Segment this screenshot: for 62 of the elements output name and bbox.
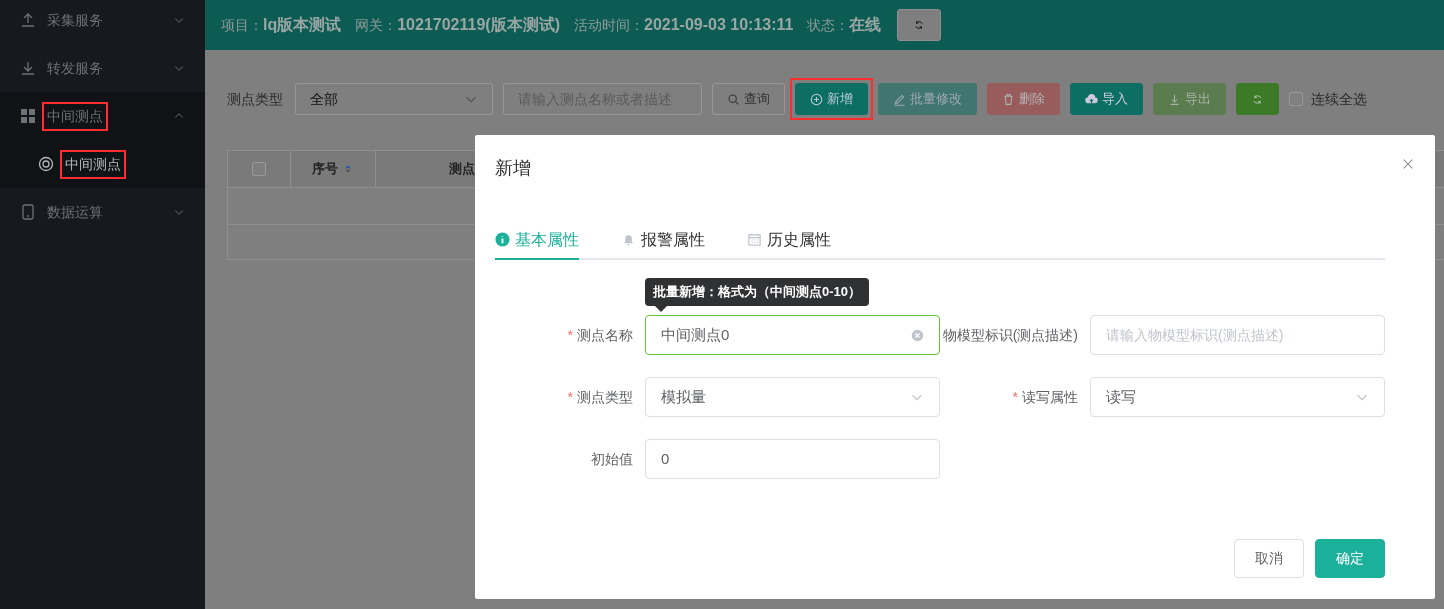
sidebar-item[interactable]: 采集服务: [0, 0, 205, 44]
refresh-icon: [1252, 93, 1263, 105]
bell-icon: [621, 232, 636, 247]
toolbar-button[interactable]: 新增: [795, 83, 868, 115]
info-icon: [495, 232, 510, 247]
header-value: 1021702119(版本测试): [397, 15, 560, 35]
required-mark: *: [1012, 388, 1018, 405]
header-label: 状态：: [807, 15, 850, 35]
search-icon: [727, 92, 740, 106]
sidebar-item[interactable]: 中间测点: [0, 92, 205, 140]
tab[interactable]: 报警属性: [621, 227, 705, 260]
header-value: lq版本测试: [263, 15, 342, 35]
required-mark: *: [567, 388, 573, 405]
dialog-title: 新增: [495, 157, 531, 180]
sidebar-subitem[interactable]: 中间测点: [0, 140, 205, 188]
input-field[interactable]: 中间测点0: [645, 315, 940, 355]
select-field[interactable]: 读写: [1090, 377, 1385, 417]
sidebar-item[interactable]: 转发服务: [0, 44, 205, 92]
clear-icon[interactable]: [911, 328, 924, 342]
close-icon[interactable]: [1401, 157, 1415, 171]
toolbar-button[interactable]: 查询: [712, 83, 785, 115]
tooltip: 批量新增：格式为（中间测点0-10）: [645, 278, 870, 306]
confirm-button[interactable]: 确定: [1315, 539, 1385, 578]
header-label: 网关：: [355, 15, 398, 35]
checkbox[interactable]: [1289, 92, 1303, 106]
header-label: 活动时间：: [574, 15, 644, 35]
tooltip-arrow: [655, 305, 667, 312]
header-value: 2021-09-03 10:13:11: [644, 15, 794, 35]
refresh-button[interactable]: [897, 9, 942, 41]
trash-icon: [1002, 92, 1015, 106]
field-label: 测点类型: [577, 388, 633, 405]
sidebar-item[interactable]: 数据运算: [0, 188, 205, 236]
refresh-button[interactable]: [1236, 83, 1279, 115]
checkbox-label: 连续全选: [1311, 89, 1367, 109]
grid-icon: [20, 108, 36, 124]
input-field[interactable]: 0: [645, 439, 940, 479]
header-value: 在线: [849, 15, 882, 35]
ring-icon: [38, 156, 54, 172]
column-header: 序号: [291, 151, 376, 187]
upload-icon: [20, 12, 36, 28]
tab[interactable]: 基本属性: [495, 227, 579, 260]
tablet-icon: [20, 204, 36, 220]
filter-label: 测点类型: [227, 89, 283, 109]
download-icon: [20, 60, 36, 76]
cloud-upload-icon: [1085, 92, 1098, 106]
field-label: 读写属性: [1022, 388, 1078, 405]
select-field[interactable]: 模拟量: [645, 377, 940, 417]
toolbar-button[interactable]: 导入: [1070, 83, 1143, 115]
header-label: 项目：: [221, 15, 263, 35]
checkbox[interactable]: [252, 162, 266, 176]
tab[interactable]: 历史属性: [747, 227, 831, 260]
field-label: 物模型标识(测点描述): [942, 326, 1078, 343]
type-select[interactable]: 全部: [295, 83, 493, 115]
download-icon: [1168, 92, 1181, 106]
required-mark: *: [567, 326, 573, 343]
calendar-icon: [747, 232, 762, 247]
refresh-icon: [914, 20, 925, 30]
cancel-button[interactable]: 取消: [1234, 539, 1304, 578]
field-label: 测点名称: [577, 326, 633, 343]
plus-circle-icon: [810, 92, 823, 106]
pencil-icon: [893, 92, 906, 106]
field-label: 初始值: [591, 450, 633, 467]
